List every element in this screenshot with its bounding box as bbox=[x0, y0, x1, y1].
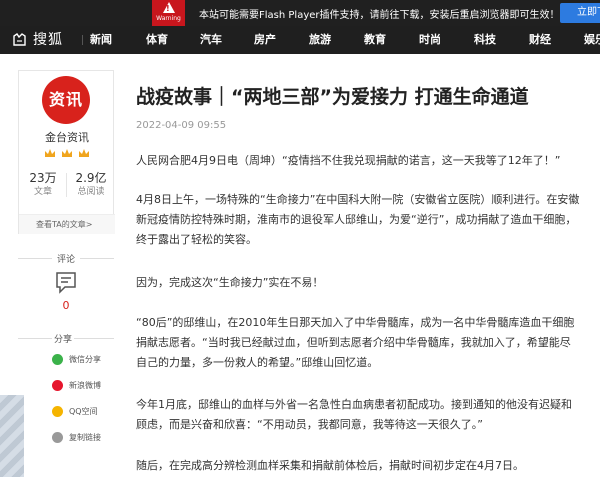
comment-label: 评论 bbox=[56, 255, 75, 265]
author-badges bbox=[42, 148, 92, 158]
articles-stat: 23万 文章 bbox=[19, 171, 67, 198]
warning-badge-label: Warning bbox=[156, 15, 181, 22]
share-wechat-label: 微信分享 bbox=[69, 355, 101, 364]
sohu-fox-icon bbox=[13, 33, 26, 46]
warning-text: 本站可能需要Flash Player插件支持，请前往下载，安装后重启浏览器即可生… bbox=[199, 10, 560, 21]
nav-house[interactable]: 房产 bbox=[254, 33, 276, 47]
nav-tech[interactable]: 科技 bbox=[474, 33, 496, 47]
article-paragraph: 随后，在完成高分辨检测血样采集和捐献前体检后，捐献时间初步定在4月7日。 bbox=[136, 459, 524, 472]
publish-time: 2022-04-09 09:55 bbox=[136, 120, 227, 131]
article-paragraph: 今年1月底，邸维山的血样与外省一名急性白血病患者初配成功。接到通知的他没有迟疑和… bbox=[136, 398, 572, 431]
share-copy-label: 复制链接 bbox=[69, 433, 101, 442]
qzone-icon bbox=[52, 406, 63, 417]
divider-line bbox=[80, 258, 114, 259]
nav-education[interactable]: 教育 bbox=[364, 33, 386, 47]
articles-label: 文章 bbox=[33, 187, 52, 197]
reads-label: 总阅读 bbox=[77, 187, 105, 197]
author-name[interactable]: 金台资讯 bbox=[19, 129, 115, 145]
nav-travel[interactable]: 旅游 bbox=[309, 33, 331, 47]
comment-icon[interactable] bbox=[56, 272, 76, 294]
reads-stat: 2.9亿 总阅读 bbox=[67, 171, 115, 198]
share-qzone-label: QQ空间 bbox=[69, 407, 98, 416]
side-ad-thumbnail[interactable] bbox=[0, 395, 24, 477]
article-paragraph: 4月8日上午，一场特殊的“生命接力”在中国科大附一院（安徽省立医院）顺利进行。在… bbox=[136, 193, 580, 246]
warning-badge: ! Warning bbox=[152, 0, 185, 26]
flash-warning-bar: ! Warning 本站可能需要Flash Player插件支持，请前往下载，安… bbox=[0, 0, 600, 26]
install-now-button[interactable]: 立即下 bbox=[560, 3, 600, 23]
article-paragraph: 因为，完成这次“生命接力”实在不易！ bbox=[136, 276, 324, 289]
comment-block: 评论 0 bbox=[18, 250, 114, 320]
view-author-articles-link[interactable]: 查看TA的文章> bbox=[19, 214, 115, 234]
articles-count: 23万 bbox=[29, 171, 57, 185]
comment-count[interactable]: 0 bbox=[18, 299, 114, 312]
divider-line bbox=[18, 258, 52, 259]
share-weibo-label: 新浪微博 bbox=[69, 381, 101, 390]
nav-entertainment[interactable]: 娱乐 bbox=[584, 33, 600, 47]
nav-divider bbox=[82, 35, 83, 45]
top-navbar: 搜狐 新闻 体育 汽车 房产 旅游 教育 时尚 科技 财经 娱乐 bbox=[0, 26, 600, 54]
link-icon bbox=[52, 432, 63, 443]
weibo-icon bbox=[52, 380, 63, 391]
crown-badge-icon bbox=[79, 149, 89, 157]
author-avatar[interactable]: 资讯 bbox=[42, 76, 90, 124]
article-paragraph: “80后”的邸维山，在2010年生日那天加入了中华骨髓库，成为一名中华骨髓库造血… bbox=[136, 316, 575, 369]
article-paragraph: 人民网合肥4月9日电（周坤）“疫情挡不住我兑现捐献的诺言，这一天我等了12年了！… bbox=[136, 154, 561, 167]
nav-finance[interactable]: 财经 bbox=[529, 33, 551, 47]
nav-news[interactable]: 新闻 bbox=[90, 33, 112, 47]
nav-auto[interactable]: 汽车 bbox=[200, 33, 222, 47]
nav-fashion[interactable]: 时尚 bbox=[419, 33, 441, 47]
article-title: 战疫故事｜“两地三部”为爱接力 打通生命通道 bbox=[136, 86, 529, 108]
crown-badge-icon bbox=[45, 149, 55, 157]
crown-badge-icon bbox=[62, 149, 72, 157]
author-card: 资讯 金台资讯 23万 文章 2.9亿 总阅读 查看TA的文章> bbox=[18, 70, 115, 234]
nav-sports[interactable]: 体育 bbox=[146, 33, 168, 47]
reads-count: 2.9亿 bbox=[75, 171, 107, 185]
logo-text: 搜狐 bbox=[33, 32, 63, 48]
wechat-icon bbox=[52, 354, 63, 365]
share-label: 分享 bbox=[52, 332, 75, 345]
